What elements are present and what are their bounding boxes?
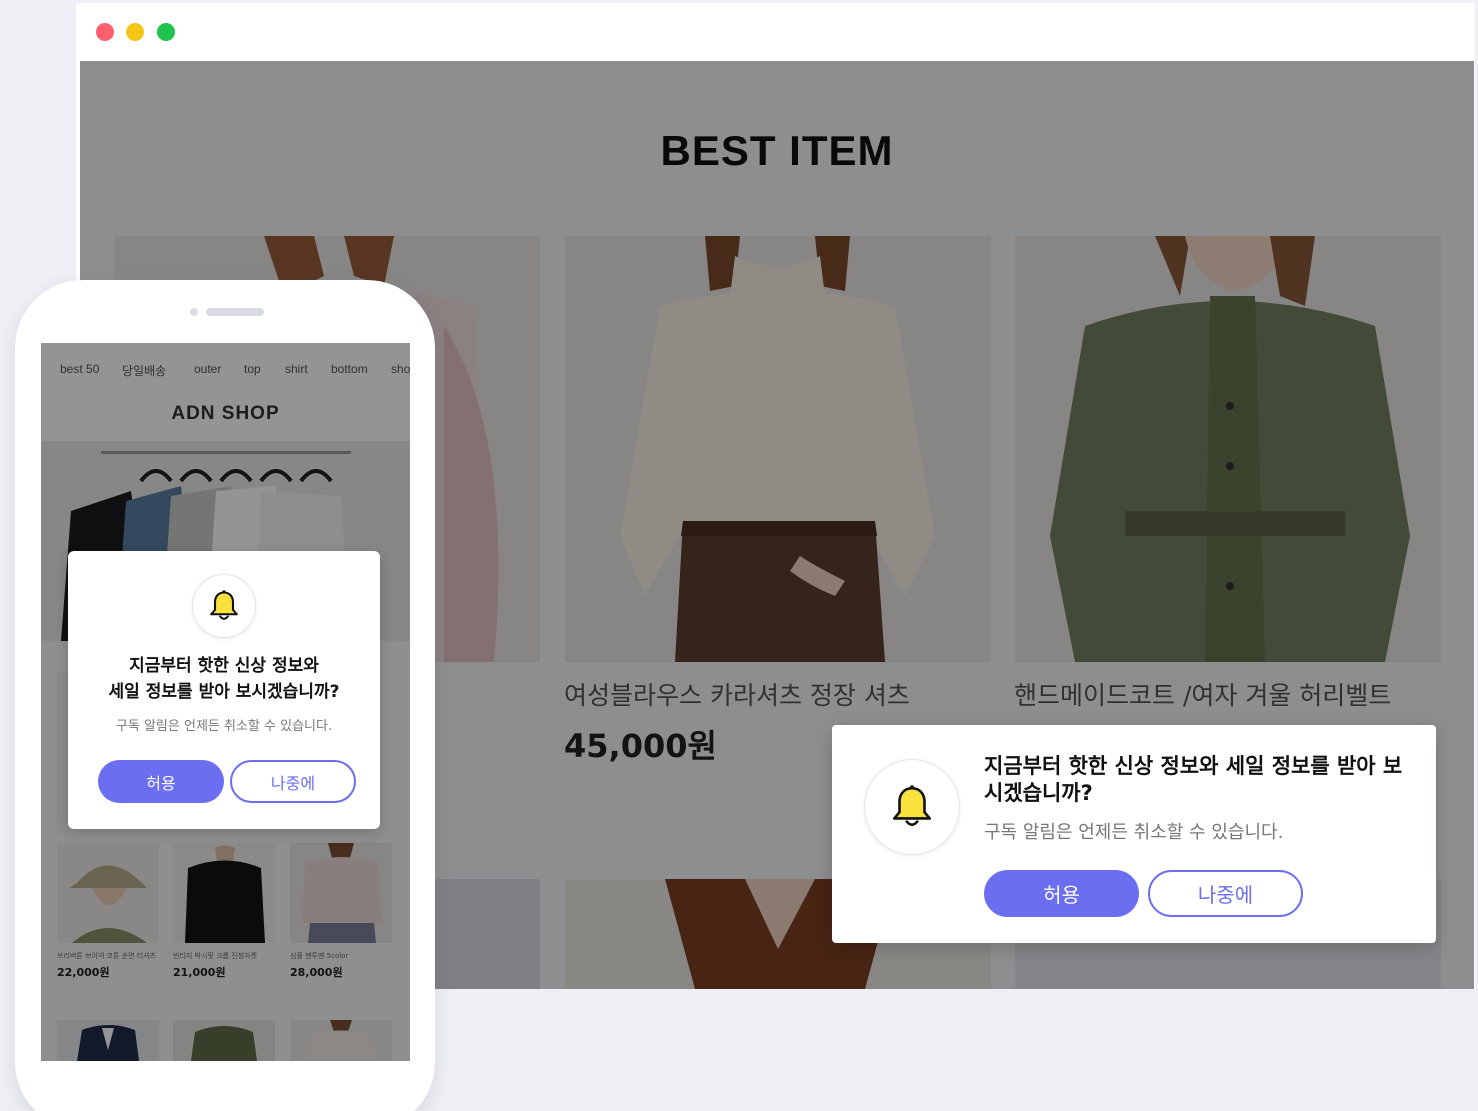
bell-icon: [892, 785, 932, 826]
later-button[interactable]: 나중에: [230, 760, 356, 803]
desktop-notification-popup: 지금부터 핫한 신상 정보와 세일 정보를 받아 보시겠습니까? 구독 알림은 …: [832, 725, 1436, 943]
window-close-button[interactable]: [96, 23, 114, 41]
phone-camera: [190, 308, 198, 316]
popup-message: 지금부터 핫한 신상 정보와 세일 정보를 받아 보시겠습니까?: [984, 754, 1403, 805]
window-minimize-button[interactable]: [126, 23, 144, 41]
allow-button[interactable]: 허용: [984, 870, 1139, 917]
phone-speaker-slot: [206, 308, 264, 316]
bell-icon: [210, 590, 238, 620]
phone-speaker: [190, 308, 264, 316]
popup-message-line2: 세일 정보를 받아 보시겠습니까?: [108, 682, 340, 702]
window-maximize-button[interactable]: [157, 23, 175, 41]
later-button[interactable]: 나중에: [1148, 870, 1303, 917]
popup-message: 지금부터 핫한 신상 정보와 세일 정보를 받아 보시겠습니까?: [68, 653, 380, 705]
mobile-notification-popup: 지금부터 핫한 신상 정보와 세일 정보를 받아 보시겠습니까? 구독 알림은 …: [68, 551, 380, 829]
popup-subtext: 구독 알림은 언제든 취소할 수 있습니다.: [115, 719, 333, 734]
allow-button[interactable]: 허용: [98, 760, 224, 803]
popup-subtext: 구독 알림은 언제든 취소할 수 있습니다.: [984, 822, 1284, 843]
bell-icon-badge: [192, 574, 256, 638]
browser-titlebar: [76, 3, 1475, 61]
popup-message-line1: 지금부터 핫한 신상 정보와: [129, 656, 319, 676]
bell-icon-badge: [864, 759, 960, 855]
